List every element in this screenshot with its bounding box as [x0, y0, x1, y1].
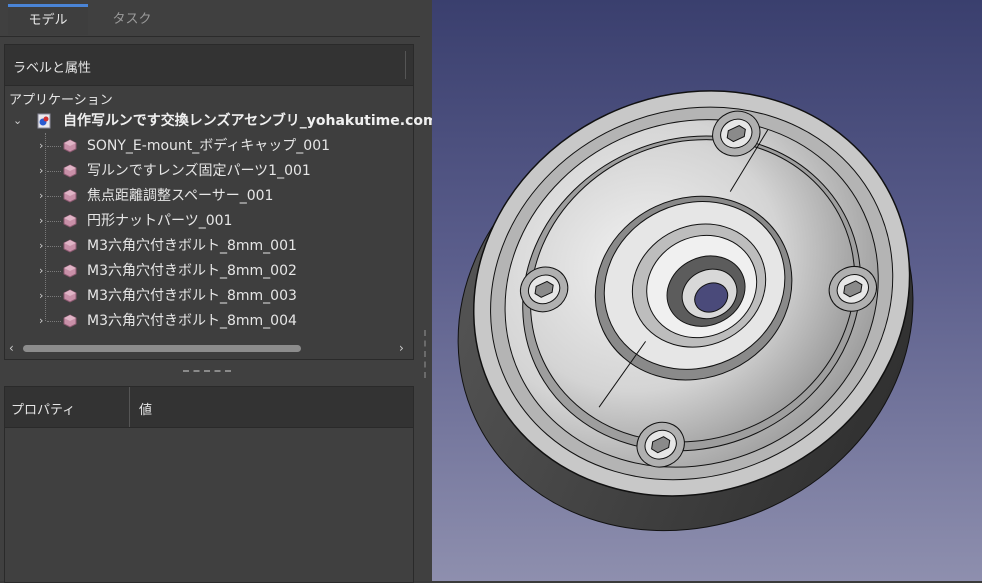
part-icon [63, 264, 77, 278]
document-icon [37, 113, 51, 129]
property-view: プロパティ 値 [4, 386, 414, 583]
tree-item-label: M3六角穴付きボルト_8mm_001 [87, 238, 297, 254]
tree-item-label: 円形ナットパーツ_001 [87, 213, 233, 229]
tree-branch [47, 146, 61, 147]
chevron-right-icon[interactable]: › [39, 309, 43, 333]
tree-item-bolt-3[interactable]: › M3六角穴付きボルト_8mm_003 [5, 284, 413, 308]
part-icon [63, 289, 77, 303]
tree-item-nut[interactable]: › 円形ナットパーツ_001 [5, 209, 413, 233]
tree-item-label: M3六角穴付きボルト_8mm_002 [87, 263, 297, 279]
chevron-right-icon[interactable]: › [39, 259, 43, 283]
value-column-header[interactable]: 値 [139, 399, 152, 418]
part-icon [63, 214, 77, 228]
tree-branch [47, 196, 61, 197]
tree-branch [47, 321, 61, 322]
chevron-right-icon[interactable]: › [39, 159, 43, 183]
tree-header: ラベルと属性 [5, 45, 413, 86]
chevron-right-icon[interactable]: › [39, 134, 43, 158]
tab-model[interactable]: モデル [8, 4, 88, 35]
part-icon [63, 239, 77, 253]
horizontal-scrollbar[interactable]: ‹ › [5, 341, 413, 357]
tree-item-body-cap[interactable]: › SONY_E-mount_ボディキャップ_001 [5, 134, 413, 158]
tree-item-bolt-4[interactable]: › M3六角穴付きボルト_8mm_004 [5, 309, 413, 333]
splitter-handle[interactable] [183, 370, 231, 372]
tree-item-label: M3六角穴付きボルト_8mm_004 [87, 313, 297, 329]
tree-document-row[interactable]: ⌄ 自作写ルンです交換レンズアセンブリ_yohakutime.com [5, 109, 438, 133]
scroll-right-icon[interactable]: › [399, 341, 404, 355]
tree-item-label: M3六角穴付きボルト_8mm_003 [87, 288, 297, 304]
tree-item-bolt-1[interactable]: › M3六角穴付きボルト_8mm_001 [5, 234, 413, 258]
tree-item-spacer[interactable]: › 焦点距離調整スペーサー_001 [5, 184, 413, 208]
part-icon [63, 314, 77, 328]
chevron-right-icon[interactable]: › [39, 209, 43, 233]
part-icon [63, 139, 77, 153]
tab-tasks[interactable]: タスク [92, 4, 172, 35]
property-header: プロパティ 値 [5, 387, 413, 428]
column-separator[interactable] [129, 387, 130, 427]
tree-item-label: 写ルンですレンズ固定パーツ1_001 [87, 163, 311, 179]
tree-item-label: SONY_E-mount_ボディキャップ_001 [87, 138, 331, 154]
tree-branch [47, 246, 61, 247]
scroll-left-icon[interactable]: ‹ [9, 341, 14, 355]
tree-branch [47, 271, 61, 272]
model-tree: ラベルと属性 アプリケーション ⌄ 自作写ルンです交換レンズアセンブリ_yoha… [4, 44, 438, 360]
3d-model-render [457, 90, 914, 532]
header-separator [405, 51, 406, 79]
chevron-down-icon[interactable]: ⌄ [13, 109, 22, 133]
tree-header-label[interactable]: ラベルと属性 [13, 57, 91, 76]
tree-branch [47, 296, 61, 297]
tab-bar: モデル タスク [0, 0, 420, 37]
tree-branch [47, 171, 61, 172]
combo-view-panel: モデル タスク ラベルと属性 アプリケーション ⌄ 自作写ルンです交換レンズアセ… [0, 0, 438, 583]
tree-item-lens-mount[interactable]: › 写ルンですレンズ固定パーツ1_001 [5, 159, 413, 183]
chevron-right-icon[interactable]: › [39, 284, 43, 308]
chevron-right-icon[interactable]: › [39, 184, 43, 208]
tree-branch [47, 221, 61, 222]
property-column-header[interactable]: プロパティ [11, 399, 75, 418]
chevron-right-icon[interactable]: › [39, 234, 43, 258]
panel-splitter-handle[interactable] [424, 330, 426, 378]
tree-item-bolt-2[interactable]: › M3六角穴付きボルト_8mm_002 [5, 259, 413, 283]
3d-viewport[interactable] [432, 0, 982, 581]
tree-item-label: 焦点距離調整スペーサー_001 [87, 188, 274, 204]
scrollbar-thumb[interactable] [23, 345, 301, 352]
part-icon [63, 164, 77, 178]
document-label: 自作写ルンです交換レンズアセンブリ_yohakutime.com [63, 113, 438, 129]
part-icon [63, 189, 77, 203]
application-label: アプリケーション [9, 93, 113, 108]
